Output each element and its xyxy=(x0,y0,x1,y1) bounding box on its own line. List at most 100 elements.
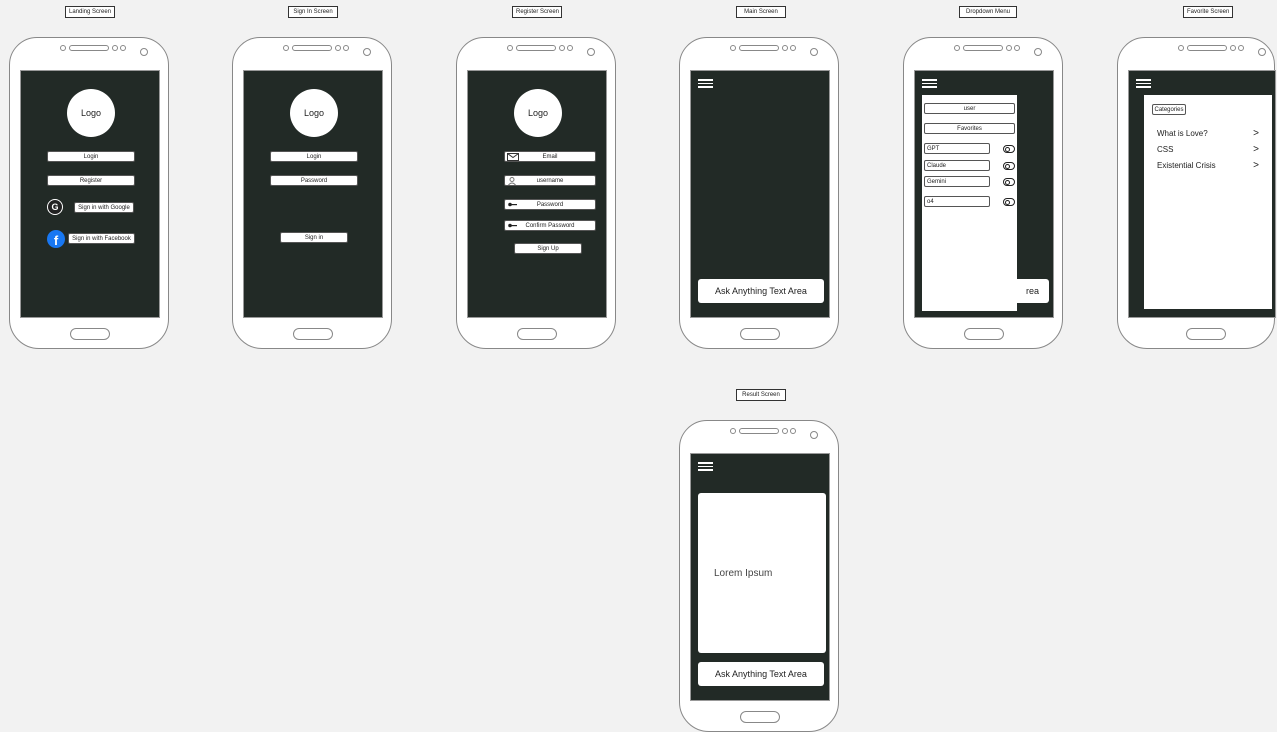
camera-icon xyxy=(1258,48,1266,56)
sensor-dot xyxy=(60,45,66,51)
facebook-signin-button[interactable]: Sign in with Facebook xyxy=(68,233,135,244)
toggle-icon[interactable] xyxy=(1003,145,1015,153)
login-button[interactable]: Login xyxy=(47,151,135,162)
sensor-dot xyxy=(1230,45,1236,51)
username-label: username xyxy=(536,177,564,184)
favorite-phone: Categories What is Love? > CSS > Existen… xyxy=(1117,37,1276,349)
sensor-dot xyxy=(567,45,573,51)
email-field[interactable]: Email xyxy=(504,151,596,162)
ask-anything-partial-label: rea xyxy=(1025,286,1039,296)
sensor-dot xyxy=(730,45,736,51)
password-input[interactable]: Password xyxy=(270,175,358,186)
register-screen: Logo Email username Password Confirm Pas… xyxy=(467,70,607,318)
logo: Logo xyxy=(290,89,338,137)
username-field[interactable]: username xyxy=(504,175,596,186)
result-text: Lorem Ipsum xyxy=(714,567,773,579)
camera-icon xyxy=(363,48,371,56)
signin-phone: Logo Login Password Sign in xyxy=(232,37,392,349)
logo: Logo xyxy=(67,89,115,137)
category-label: What is Love? xyxy=(1157,129,1208,138)
model-option: GPT xyxy=(924,143,990,154)
hamburger-menu-icon[interactable] xyxy=(1136,79,1151,88)
category-item-css[interactable]: CSS > xyxy=(1157,144,1259,157)
sensor-dot xyxy=(120,45,126,51)
signin-button[interactable]: Sign in xyxy=(280,232,348,243)
sensor-dot xyxy=(790,428,796,434)
dropdown-phone: rea user Favorites GPT Claude Gemini o4 xyxy=(903,37,1063,349)
sensor-dot xyxy=(782,45,788,51)
toggle-icon[interactable] xyxy=(1003,162,1015,170)
key-icon xyxy=(508,223,517,228)
main-screen-title: Main Screen xyxy=(736,6,786,18)
email-label: Email xyxy=(542,153,558,160)
home-button[interactable] xyxy=(70,328,110,340)
logo: Logo xyxy=(514,89,562,137)
landing-screen: Logo Login Register G Sign in with Googl… xyxy=(20,70,160,318)
home-button[interactable] xyxy=(964,328,1004,340)
sensor-dot xyxy=(954,45,960,51)
signup-button[interactable]: Sign Up xyxy=(514,243,582,254)
sensor-dot xyxy=(283,45,289,51)
sensor-dot xyxy=(730,428,736,434)
sensor-dot xyxy=(782,428,788,434)
sensor-dot xyxy=(335,45,341,51)
favorite-screen-title: Favorite Screen xyxy=(1183,6,1233,18)
sensor-dot xyxy=(343,45,349,51)
result-phone: Lorem Ipsum Ask Anything Text Area xyxy=(679,420,839,732)
hamburger-menu-icon[interactable] xyxy=(922,79,937,88)
home-button[interactable] xyxy=(740,328,780,340)
favorites-panel: Categories What is Love? > CSS > Existen… xyxy=(1144,95,1272,309)
signin-screen: Logo Login Password Sign in xyxy=(243,70,383,318)
home-button[interactable] xyxy=(1186,328,1226,340)
confirm-password-field[interactable]: Confirm Password xyxy=(504,220,596,231)
home-button[interactable] xyxy=(740,711,780,723)
model-option: Gemini xyxy=(924,176,990,187)
model-option: Claude xyxy=(924,160,990,171)
ask-anything-textarea[interactable]: Ask Anything Text Area xyxy=(698,279,824,303)
speaker-grille xyxy=(69,45,109,51)
dropdown-panel: user Favorites GPT Claude Gemini o4 xyxy=(922,95,1017,311)
sensor-dot xyxy=(1006,45,1012,51)
login-input[interactable]: Login xyxy=(270,151,358,162)
toggle-icon[interactable] xyxy=(1003,198,1015,206)
chevron-right-icon: > xyxy=(1253,160,1259,171)
speaker-grille xyxy=(739,428,779,434)
sensor-dot xyxy=(790,45,796,51)
hamburger-menu-icon[interactable] xyxy=(698,462,713,471)
sensor-dot xyxy=(1014,45,1020,51)
main-phone: Ask Anything Text Area xyxy=(679,37,839,349)
speaker-grille xyxy=(1187,45,1227,51)
google-signin-button[interactable]: Sign in with Google xyxy=(74,202,134,213)
home-button[interactable] xyxy=(517,328,557,340)
dropdown-screen: rea user Favorites GPT Claude Gemini o4 xyxy=(914,70,1054,318)
landing-phone: Logo Login Register G Sign in with Googl… xyxy=(9,37,169,349)
categories-header: Categories xyxy=(1152,104,1186,115)
favorite-screen: Categories What is Love? > CSS > Existen… xyxy=(1128,70,1276,318)
toggle-icon[interactable] xyxy=(1003,178,1015,186)
password-field[interactable]: Password xyxy=(504,199,596,210)
result-screen: Lorem Ipsum Ask Anything Text Area xyxy=(690,453,830,701)
chevron-right-icon: > xyxy=(1253,128,1259,139)
key-icon xyxy=(508,202,517,207)
speaker-grille xyxy=(516,45,556,51)
user-button[interactable]: user xyxy=(924,103,1015,114)
category-label: CSS xyxy=(1157,145,1174,154)
main-screen: Ask Anything Text Area xyxy=(690,70,830,318)
model-option: o4 xyxy=(924,196,990,207)
speaker-grille xyxy=(292,45,332,51)
hamburger-menu-icon[interactable] xyxy=(698,79,713,88)
favorites-button[interactable]: Favorites xyxy=(924,123,1015,134)
ask-anything-textarea[interactable]: Ask Anything Text Area xyxy=(698,662,824,686)
envelope-icon xyxy=(507,153,519,161)
user-icon xyxy=(508,177,516,185)
sensor-dot xyxy=(1238,45,1244,51)
camera-icon xyxy=(810,48,818,56)
category-item-existential[interactable]: Existential Crisis > xyxy=(1157,160,1259,173)
landing-screen-title: Landing Screen xyxy=(65,6,115,18)
password-label: Password xyxy=(536,201,564,208)
register-button[interactable]: Register xyxy=(47,175,135,186)
speaker-grille xyxy=(739,45,779,51)
google-icon: G xyxy=(47,199,63,215)
category-item-love[interactable]: What is Love? > xyxy=(1157,128,1259,141)
home-button[interactable] xyxy=(293,328,333,340)
